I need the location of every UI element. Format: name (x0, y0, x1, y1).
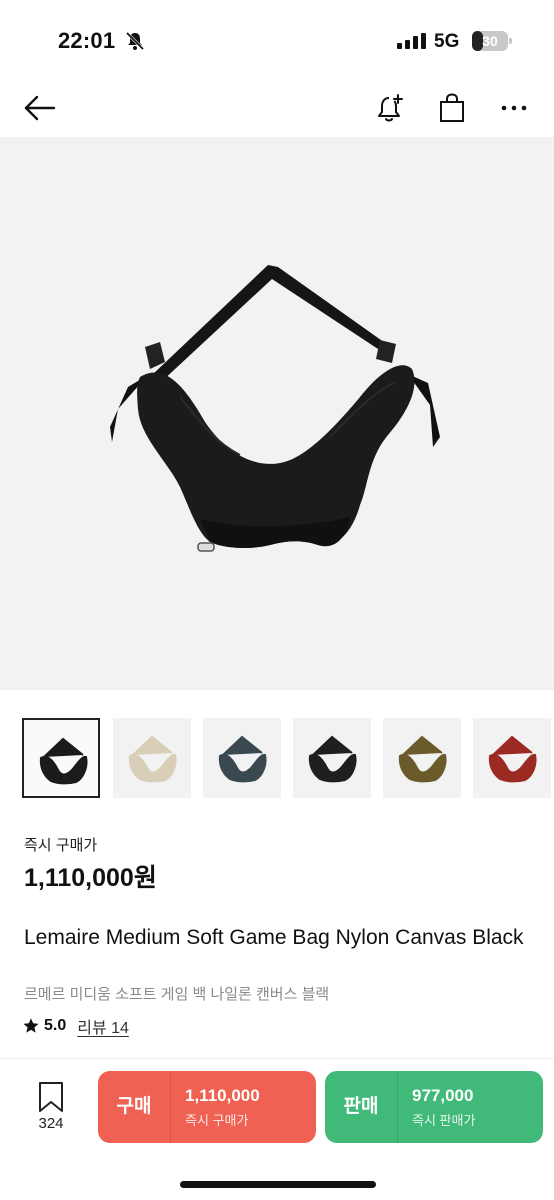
wishlist-count: 324 (38, 1115, 64, 1132)
battery-percent: 30 (482, 33, 498, 49)
sell-button[interactable]: 판매 977,000 즉시 판매가 (325, 1071, 543, 1143)
thumbnail-2[interactable] (113, 718, 191, 798)
wishlist-button[interactable]: 324 (26, 1081, 76, 1137)
bag-thumb-icon (398, 735, 447, 783)
review-link[interactable]: 리뷰 14 (77, 1014, 129, 1038)
more-icon (501, 105, 527, 111)
sell-price: 977,000 (412, 1086, 474, 1105)
buy-divider (170, 1071, 171, 1143)
thumbnail-6[interactable] (473, 718, 551, 798)
signal-icon (397, 33, 427, 54)
back-button[interactable] (18, 86, 62, 130)
status-time: 22:01 (58, 28, 116, 53)
product-image[interactable] (0, 137, 554, 690)
thumbnail-5[interactable] (383, 718, 461, 798)
sell-label: 판매 (343, 1096, 379, 1117)
bag-thumb-icon (218, 735, 267, 783)
rating-row: 5.0 리뷰 14 (22, 1015, 129, 1037)
network-type: 5G (434, 31, 460, 52)
home-indicator (180, 1181, 376, 1188)
bag-thumb-icon (39, 737, 88, 785)
bookmark-icon (39, 1082, 63, 1112)
buy-sub-label: 즉시 구매가 (185, 1113, 249, 1128)
bag-thumb-icon (308, 735, 357, 783)
sell-sub-label: 즉시 판매가 (412, 1113, 476, 1128)
thumbnail-4[interactable] (293, 718, 371, 798)
thumbnail-1[interactable] (22, 718, 100, 798)
status-bar: 22:01 5G 30 (0, 0, 554, 80)
battery-icon: 30 (472, 31, 508, 51)
battery-tip (509, 38, 512, 44)
bell-plus-icon (378, 94, 403, 122)
notify-button[interactable] (368, 86, 412, 130)
price-label: 즉시 구매가 (24, 837, 98, 854)
thumbnail-3[interactable] (203, 718, 281, 798)
buy-button[interactable]: 구매 1,110,000 즉시 구매가 (98, 1071, 316, 1143)
shopping-bag-icon (440, 93, 464, 122)
bag-illustration (110, 265, 440, 552)
sell-divider (397, 1071, 398, 1143)
product-subtitle-ko: 르메르 미디움 소프트 게임 백 나일론 캔버스 블랙 (24, 986, 330, 1003)
cart-button[interactable] (430, 86, 474, 130)
bottom-action-bar: 324 구매 1,110,000 즉시 구매가 판매 977,000 즉시 판매… (0, 1058, 554, 1200)
bag-thumb-icon (128, 735, 177, 783)
bell-off-icon (124, 30, 146, 57)
product-title: Lemaire Medium Soft Game Bag Nylon Canva… (24, 926, 524, 949)
rating-value: 5.0 (44, 1017, 67, 1034)
top-nav (0, 80, 554, 136)
instant-buy-price: 1,110,000원 (24, 864, 157, 892)
buy-price: 1,110,000 (185, 1086, 260, 1105)
more-button[interactable] (492, 86, 536, 130)
buy-label: 구매 (116, 1096, 152, 1117)
back-arrow-icon (24, 95, 56, 121)
bag-thumb-icon (488, 735, 537, 783)
star-icon (23, 1018, 39, 1033)
thumbnail-carousel[interactable] (22, 718, 554, 800)
